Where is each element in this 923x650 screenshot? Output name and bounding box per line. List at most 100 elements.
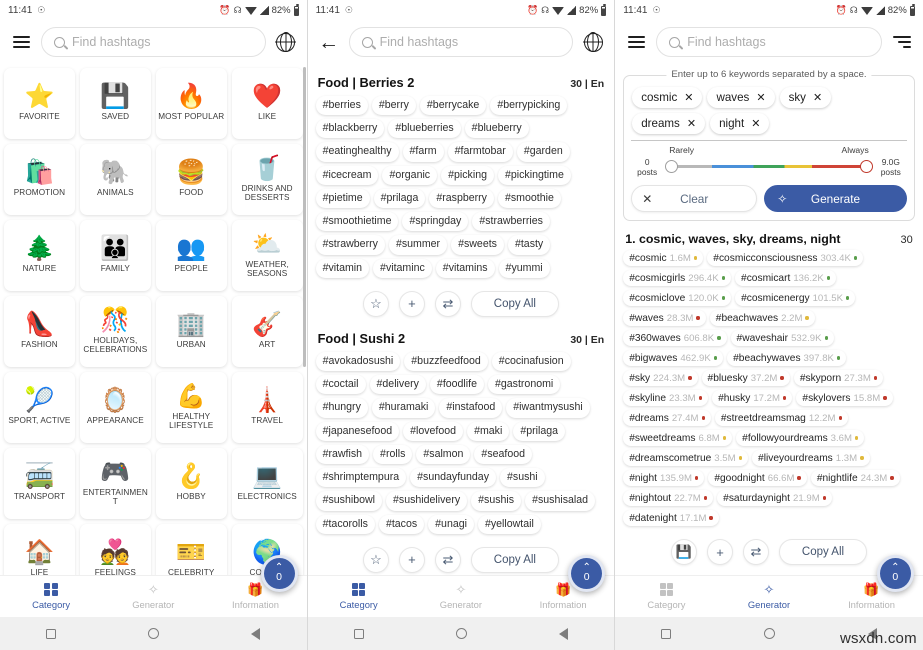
keyword-chip[interactable]: night ✕ <box>710 113 770 134</box>
hashtag-chip[interactable]: #saturdaynight 21.9M <box>717 490 833 506</box>
hashtag-chip[interactable]: #smoothie <box>497 188 561 209</box>
globe-icon[interactable] <box>274 30 298 54</box>
hashtag-chip[interactable]: #icecream <box>315 165 379 185</box>
hashtag-chip[interactable]: #rolls <box>373 444 413 465</box>
square-icon[interactable] <box>46 628 57 639</box>
hashtag-chip[interactable]: #prilaga <box>373 188 426 209</box>
hashtag-chip[interactable]: #delivery <box>369 375 426 395</box>
hashtag-chip[interactable]: #berries <box>315 96 368 116</box>
nav-item-category[interactable]: Category <box>0 582 102 610</box>
category-card[interactable]: 🎸 ART <box>231 296 303 367</box>
hashtag-chip[interactable]: #waveshair 532.9K <box>730 330 834 346</box>
plus-icon[interactable]: + <box>398 546 425 573</box>
scroll-top-fab[interactable]: ⌃ 0 <box>876 555 914 592</box>
hashtag-chip[interactable]: #pietime <box>315 188 370 209</box>
category-card[interactable]: 🎊 HOLIDAYS, CELEBRATIONS <box>79 296 151 367</box>
hamburger-menu-icon[interactable] <box>624 30 648 54</box>
category-card[interactable]: 🎫 CELEBRITY <box>155 524 227 575</box>
hashtag-chip[interactable]: #salmon <box>416 444 471 465</box>
square-icon[interactable] <box>353 628 364 639</box>
hashtag-chip[interactable]: #unagi <box>428 514 474 534</box>
hashtag-chip[interactable]: #rawfish <box>315 444 370 465</box>
circle-icon[interactable] <box>148 628 160 639</box>
hashtag-chip[interactable]: #cosmicenergy 101.5K <box>735 290 856 306</box>
search-input[interactable]: Find hashtags <box>41 27 266 57</box>
hashtag-chip[interactable]: #skyline 23.3M <box>623 390 709 406</box>
hashtag-chip[interactable]: #sushi <box>500 468 545 488</box>
hashtag-chip[interactable]: #sushisalad <box>525 491 596 511</box>
groups-scroll-area[interactable]: Food | Berries 2 30 | En #berries #berry #be… <box>308 63 615 575</box>
hashtag-chip[interactable]: #avokadosushi <box>315 351 401 372</box>
scrollbar[interactable] <box>303 67 306 367</box>
category-card[interactable]: 🚎 TRANSPORT <box>4 448 75 519</box>
category-card[interactable]: ❤️ LIKE <box>231 68 303 139</box>
hashtag-chip[interactable]: #yummi <box>498 258 550 278</box>
clear-button[interactable]: ✕ Clear <box>631 185 758 212</box>
circle-icon[interactable] <box>763 628 775 639</box>
hashtag-chip[interactable]: #nightlife 24.3M <box>810 470 900 486</box>
hashtag-chip[interactable]: #strawberries <box>472 212 550 232</box>
hashtag-chip[interactable]: #berry <box>371 96 416 116</box>
category-card[interactable]: 👥 PEOPLE <box>155 220 227 291</box>
category-card[interactable]: 🍔 FOOD <box>155 144 227 215</box>
scroll-top-fab[interactable]: ⌃ 0 <box>568 555 606 592</box>
shuffle-icon[interactable]: ⇄ <box>742 539 769 565</box>
hashtag-chip[interactable]: #cosmic 1.6M <box>623 250 704 266</box>
hashtag-chip[interactable]: #organic <box>382 165 438 185</box>
category-card[interactable]: 🐘 ANIMALS <box>79 144 151 215</box>
hamburger-menu-icon[interactable] <box>9 30 33 54</box>
slider-track[interactable] <box>671 165 867 168</box>
copy-all-button[interactable]: Copy All <box>470 546 559 573</box>
hashtag-chip[interactable]: #sundayfunday <box>410 468 497 488</box>
hashtag-chip[interactable]: #night 135.9M <box>623 470 705 486</box>
hashtag-chip[interactable]: #raspberry <box>429 188 494 209</box>
hashtag-chip[interactable]: #springday <box>402 212 469 232</box>
circle-icon[interactable] <box>455 628 467 639</box>
hashtag-chip[interactable]: #iwantmysushi <box>506 398 590 418</box>
hashtag-chip[interactable]: #pickingtime <box>497 165 571 185</box>
hashtag-chip[interactable]: #blueberry <box>464 119 529 139</box>
copy-all-button[interactable]: Copy All <box>778 539 867 565</box>
category-card[interactable]: 🎮 ENTERTAINMENT <box>79 448 151 519</box>
hashtag-chip[interactable]: #sweets <box>451 235 504 255</box>
category-card[interactable]: ⭐ FAVORITE <box>4 68 75 139</box>
star-icon[interactable]: ☆ <box>362 546 389 573</box>
shuffle-icon[interactable]: ⇄ <box>434 290 461 317</box>
filter-icon[interactable] <box>890 30 914 54</box>
slider-knob-max[interactable] <box>859 160 873 173</box>
nav-item-category[interactable]: Category <box>308 582 410 610</box>
category-card[interactable]: 🥤 DRINKS AND DESSERTS <box>231 144 303 215</box>
hashtag-chip[interactable]: #sushis <box>471 491 522 511</box>
hashtag-chip[interactable]: #tasty <box>507 235 551 255</box>
hashtag-chip[interactable]: #cosmicconsciousness 303.4K <box>707 250 864 266</box>
category-card[interactable]: 👠 FASHION <box>4 296 75 367</box>
square-icon[interactable] <box>661 628 672 639</box>
hashtag-chip[interactable]: #farmtobar <box>447 142 513 162</box>
keyword-chip[interactable]: cosmic ✕ <box>632 87 703 108</box>
scroll-top-fab[interactable]: ⌃ 0 <box>260 555 298 592</box>
hashtag-chip[interactable]: #dreams 27.4M <box>623 410 711 426</box>
hashtag-chip[interactable]: #sky 224.3M <box>623 370 698 386</box>
close-icon[interactable]: ✕ <box>751 117 760 130</box>
keyword-chip[interactable]: sky ✕ <box>779 87 832 108</box>
plus-icon[interactable]: + <box>706 539 733 565</box>
category-card[interactable]: 🗼 TRAVEL <box>231 372 303 443</box>
hashtag-chip[interactable]: #prilaga <box>513 421 566 441</box>
hashtag-chip[interactable]: #followyourdreams 3.6M <box>736 430 865 446</box>
hashtag-chip[interactable]: #smoothietime <box>315 212 399 232</box>
hashtag-chip[interactable]: #cosmicart 136.2K <box>735 270 837 286</box>
hashtag-chip[interactable]: #gastronomi <box>487 375 561 395</box>
hashtag-chip[interactable]: #sushibowl <box>315 491 383 511</box>
hashtag-chip[interactable]: #vitaminc <box>373 258 432 278</box>
category-card[interactable]: 🎾 SPORT, ACTIVE <box>4 372 75 443</box>
hashtag-chip[interactable]: #skyporn 27.3M <box>793 370 884 386</box>
keyword-chip[interactable]: dreams ✕ <box>632 113 706 134</box>
hashtag-chip[interactable]: #datenight 17.1M <box>623 510 719 526</box>
hashtag-chip[interactable]: #sushidelivery <box>386 491 468 511</box>
hashtag-chip[interactable]: #tacorolls <box>315 514 375 534</box>
hashtag-chip[interactable]: #bluesky 37.2M <box>701 370 790 386</box>
category-card[interactable]: 🪝 HOBBY <box>155 448 227 519</box>
hashtag-chip[interactable]: #beachwaves 2.2M <box>709 310 815 326</box>
hashtag-chip[interactable]: #cosmicgirls 296.4K <box>623 270 732 286</box>
category-card[interactable]: 🌲 NATURE <box>4 220 75 291</box>
